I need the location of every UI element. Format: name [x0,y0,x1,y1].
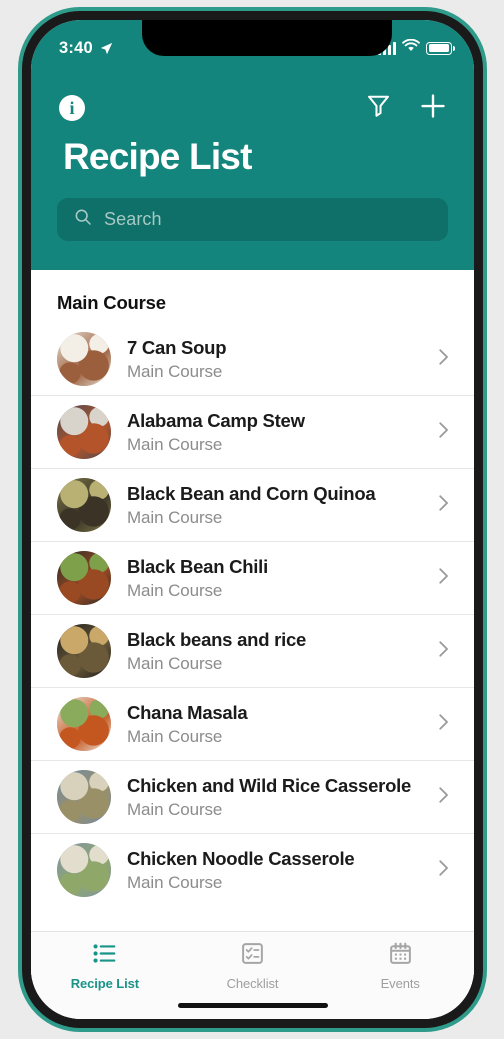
status-bar-time: 3:40 [59,38,93,57]
recipe-title: Chicken and Wild Rice Casserole [127,775,412,797]
tab-label-checklist: Checklist [226,976,279,991]
recipe-row-text: Alabama Camp Stew Main Course [111,409,424,455]
chevron-right-icon [424,492,454,519]
search-icon [73,207,93,232]
recipe-category: Main Course [127,872,223,892]
header-action-row: i [31,86,474,130]
chevron-right-icon [424,638,454,665]
recipe-row[interactable]: Black beans and rice Main Course [31,614,474,687]
phone-frame: Main Course 7 Can Soup Main Course Alabama… [18,7,487,1032]
recipe-thumbnail-chicken-wild-rice-casserole [57,770,111,824]
chevron-right-icon [424,711,454,738]
recipe-row-text: 7 Can Soup Main Course [111,336,424,382]
recipe-title: Alabama Camp Stew [127,410,305,432]
recipe-category: Main Course [127,726,223,746]
app-header: 3:40 i Recipe List Search [31,20,474,270]
recipe-thumbnail-7-can-soup [57,332,111,386]
recipe-thumbnail-black-bean-chili [57,551,111,605]
recipe-row[interactable]: Black Bean and Corn Quinoa Main Course [31,468,474,541]
calendar-icon [388,941,413,971]
recipe-title: Black Bean Chili [127,556,268,578]
device-notch [142,20,392,56]
page-title: Recipe List [63,136,252,177]
recipe-title: 7 Can Soup [127,337,227,359]
recipe-category: Main Course [127,434,223,454]
chevron-right-icon [424,784,454,811]
recipe-thumbnail-black-beans-and-rice [57,624,111,678]
recipe-thumbnail-chana-masala [57,697,111,751]
chevron-right-icon [424,857,454,884]
recipe-row-text: Black Bean and Corn Quinoa Main Course [111,482,424,528]
recipe-row-text: Black Bean Chili Main Course [111,555,424,601]
section-header-main-course: Main Course [57,292,166,313]
recipe-row-text: Black beans and rice Main Course [111,628,424,674]
recipe-thumbnail-alabama-camp-stew [57,405,111,459]
recipe-row[interactable]: Black Bean Chili Main Course [31,541,474,614]
plus-icon[interactable] [418,91,448,126]
recipe-row-text: Chana Masala Main Course [111,701,424,747]
tab-events[interactable]: Events [326,941,474,991]
search-placeholder-text: Search [104,209,162,229]
recipe-row[interactable]: 7 Can Soup Main Course [31,323,474,395]
recipe-row-text: Chicken Noodle Casserole Main Course [111,847,424,893]
recipe-category: Main Course [127,580,223,600]
recipe-row[interactable]: Chicken and Wild Rice Casserole Main Cour… [31,760,474,833]
filter-funnel-icon[interactable] [365,92,392,124]
chevron-right-icon [424,565,454,592]
phone-screen: Main Course 7 Can Soup Main Course Alabama… [31,20,474,1019]
recipe-row[interactable]: Alabama Camp Stew Main Course [31,395,474,468]
tab-label-events: Events [380,976,420,991]
recipe-row[interactable]: Chana Masala Main Course [31,687,474,760]
info-icon[interactable]: i [59,95,85,121]
recipe-title: Black beans and rice [127,629,307,651]
battery-full-icon [426,41,455,55]
recipe-thumbnail-chicken-noodle-casserole [57,843,111,897]
recipe-rows-container: 7 Can Soup Main Course Alabama Camp Stew Ma… [31,323,474,906]
recipe-category: Main Course [127,653,223,673]
recipe-title: Black Bean and Corn Quinoa [127,483,376,505]
wifi-icon [402,38,420,58]
recipe-thumbnail-black-bean-corn-quinoa [57,478,111,532]
bulleted-list-icon [92,941,117,971]
recipe-category: Main Course [127,361,223,381]
recipe-category: Main Course [127,799,223,819]
recipe-row[interactable]: Chicken Noodle Casserole Main Course [31,833,474,906]
tab-recipe-list[interactable]: Recipe List [31,941,179,991]
tab-label-recipe-list: Recipe List [70,976,139,991]
recipe-title: Chana Masala [127,702,248,724]
recipe-title: Chicken Noodle Casserole [127,848,355,870]
header-right-actions [365,91,448,126]
location-arrow-icon [100,42,113,55]
screenshot-backdrop: Main Course 7 Can Soup Main Course Alabama… [0,0,504,1039]
recipe-list-scroll-area[interactable]: Main Course 7 Can Soup Main Course Alabama… [31,270,474,1019]
checklist-icon [240,941,265,971]
home-indicator [177,1002,328,1008]
search-input[interactable]: Search [57,198,448,241]
chevron-right-icon [424,346,454,373]
recipe-category: Main Course [127,507,223,527]
status-bar-left: 3:40 [59,39,113,58]
recipe-row-text: Chicken and Wild Rice Casserole Main Cour… [111,774,424,820]
tab-checklist[interactable]: Checklist [179,941,327,991]
chevron-right-icon [424,419,454,446]
